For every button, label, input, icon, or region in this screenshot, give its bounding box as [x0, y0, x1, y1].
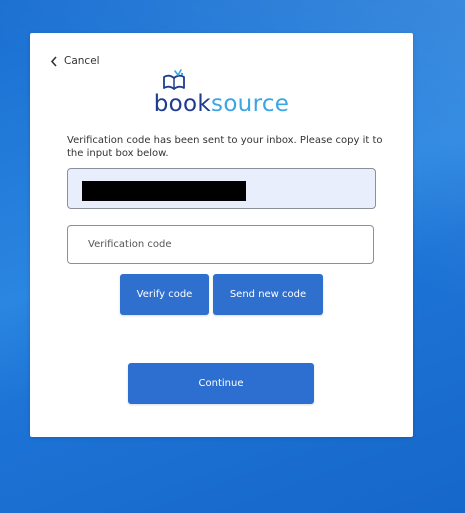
booksource-logo: booksource: [30, 69, 413, 121]
send-new-code-button[interactable]: Send new code: [213, 274, 323, 315]
logo-text-source: source: [211, 91, 290, 117]
verification-message: Verification code has been sent to your …: [67, 135, 383, 159]
continue-button[interactable]: Continue: [128, 363, 314, 404]
redacted-email: [82, 181, 246, 201]
chevron-left-icon: [50, 55, 58, 67]
verify-code-button[interactable]: Verify code: [120, 274, 209, 315]
cancel-link[interactable]: Cancel: [50, 54, 100, 68]
verification-card: Cancel booksource Verification code has …: [30, 33, 413, 437]
logo-text: booksource: [30, 91, 413, 117]
logo-text-book: book: [153, 91, 212, 117]
cancel-label: Cancel: [64, 55, 100, 67]
verification-code-input[interactable]: [67, 225, 374, 264]
email-field[interactable]: [67, 168, 376, 209]
